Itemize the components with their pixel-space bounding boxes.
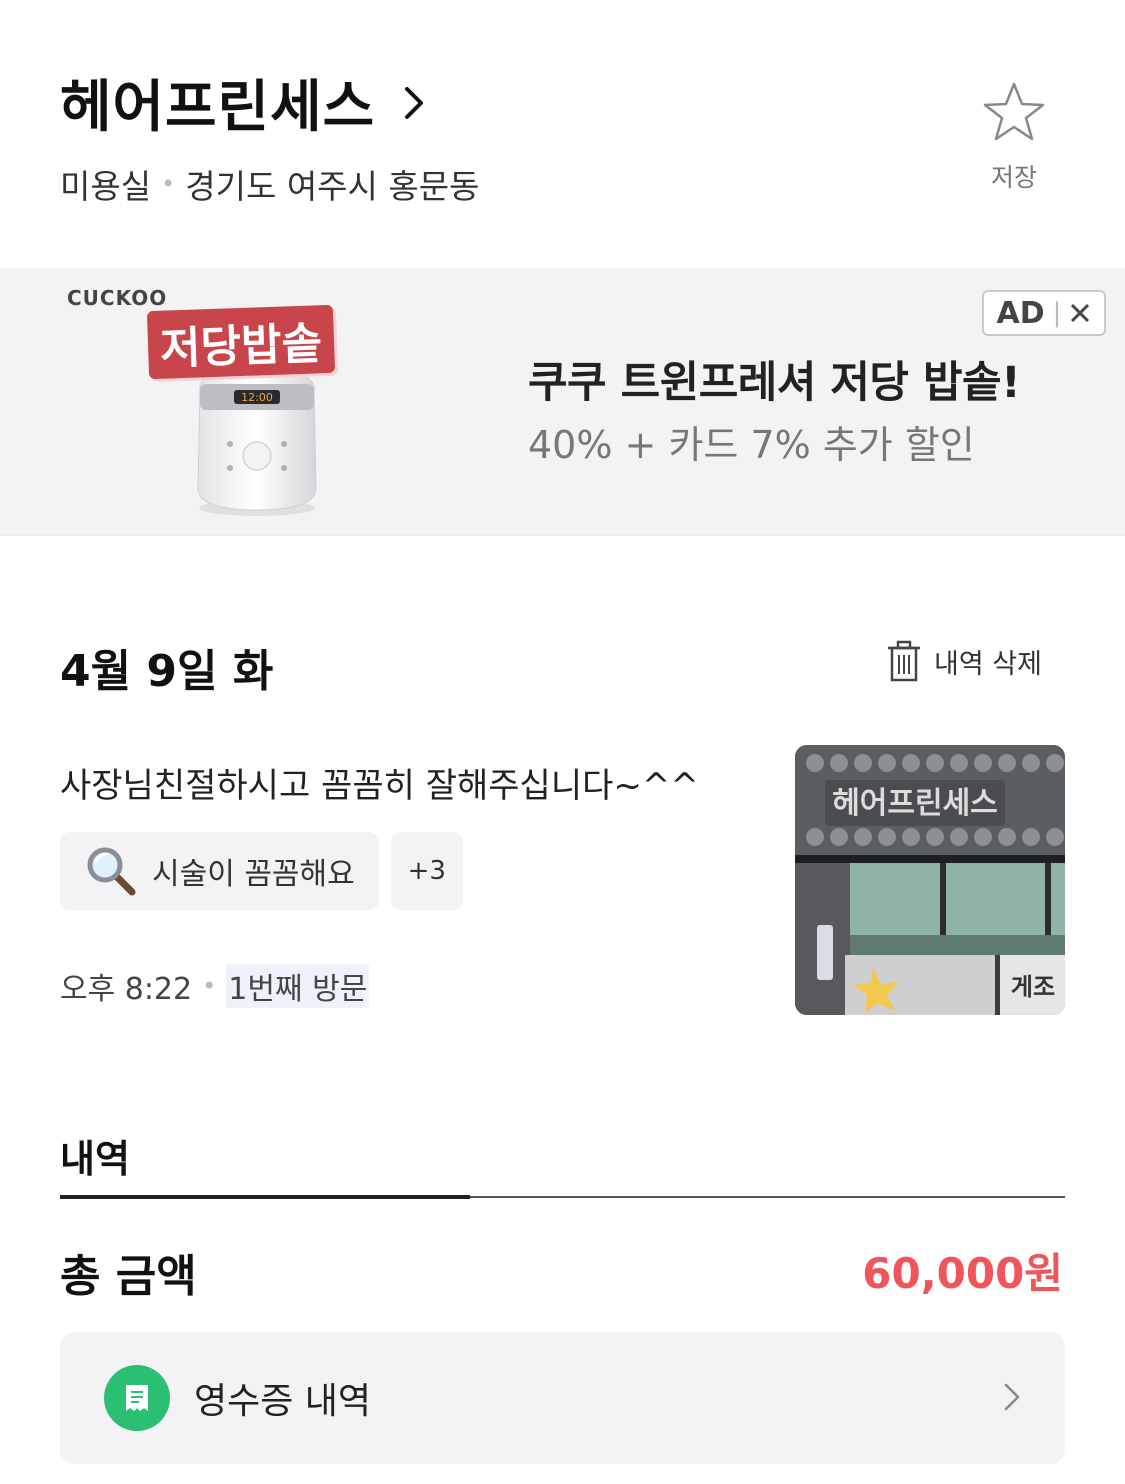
- ad-label-divider: |: [1052, 298, 1062, 328]
- ad-banner[interactable]: CUCKOO 저당밥솥 12:00 AD | 쿠쿠 트윈프레셔 저당 밥솥! 4…: [0, 268, 1125, 536]
- photo-sign-text: 헤어프린세스: [832, 786, 998, 821]
- ad-headline: 쿠쿠 트윈프레셔 저당 밥솥!: [528, 358, 1021, 408]
- review-tag-label: 시술이 꼼꼼해요: [152, 857, 355, 892]
- store-category: 미용실: [60, 167, 152, 206]
- ad-product-badge: 저당밥솥: [146, 304, 336, 380]
- separator-dot: •: [202, 972, 217, 1000]
- tab-history[interactable]: 내역: [60, 1128, 130, 1183]
- chevron-right-icon: [1004, 1383, 1020, 1411]
- delete-history-button[interactable]: 내역 삭제: [886, 640, 1042, 682]
- close-icon: [1071, 303, 1090, 323]
- svg-text:12:00: 12:00: [241, 391, 273, 404]
- ad-label-text: AD: [996, 295, 1045, 331]
- tab-active-indicator: [60, 1195, 470, 1199]
- visit-time: 오후 8:22: [60, 972, 193, 1007]
- store-meta: 미용실 • 경기도 여주시 홍문동: [60, 160, 479, 208]
- star-icon: [983, 82, 1045, 141]
- receipt-history-button[interactable]: 영수증 내역: [60, 1332, 1065, 1464]
- save-button[interactable]: 저장: [978, 80, 1050, 194]
- store-location: 경기도 여주시 홍문동: [185, 167, 480, 206]
- more-tags-count: +3: [407, 856, 446, 886]
- store-header: 헤어프린세스 미용실 • 경기도 여주시 홍문동 저장: [0, 0, 1125, 268]
- ad-brand-logo: CUCKOO: [67, 286, 168, 310]
- magnifier-icon: [87, 847, 136, 896]
- delete-history-label: 내역 삭제: [934, 648, 1042, 680]
- ad-subline: 40% + 카드 7% 추가 할인: [528, 423, 975, 467]
- visit-date: 4월 9일 화: [60, 646, 274, 697]
- receipt-glyph-icon: [126, 1385, 148, 1411]
- review-tag[interactable]: 시술이 꼼꼼해요: [60, 832, 379, 910]
- total-amount-label: 총 금액: [60, 1251, 197, 1302]
- ad-close-button[interactable]: AD |: [982, 290, 1106, 336]
- trash-icon: [888, 640, 920, 682]
- separator-dot: •: [161, 170, 176, 198]
- save-label: 저장: [990, 163, 1037, 192]
- receipt-icon: [104, 1365, 170, 1431]
- svg-text:게조: 게조: [1011, 973, 1055, 1001]
- receipt-history-label: 영수증 내역: [194, 1381, 372, 1422]
- more-tags-button[interactable]: +3: [390, 832, 463, 910]
- store-name: 헤어프린세스: [60, 75, 376, 140]
- visit-count: 1번째 방문: [226, 964, 370, 1008]
- store-title-link[interactable]: 헤어프린세스: [60, 62, 429, 143]
- chevron-right-icon: [405, 86, 424, 119]
- review-tags: 시술이 꼼꼼해요 +3: [60, 832, 463, 910]
- total-amount-value: 60,000원: [862, 1249, 1063, 1298]
- rice-cooker-image: 12:00: [197, 367, 317, 516]
- visit-info: 오후 8:22 • 1번째 방문: [60, 964, 370, 1008]
- review-photo[interactable]: 헤어프린세스 게조: [795, 745, 1065, 1015]
- review-text: 사장님친절하시고 꼼꼼히 잘해주십니다~^^: [60, 766, 699, 806]
